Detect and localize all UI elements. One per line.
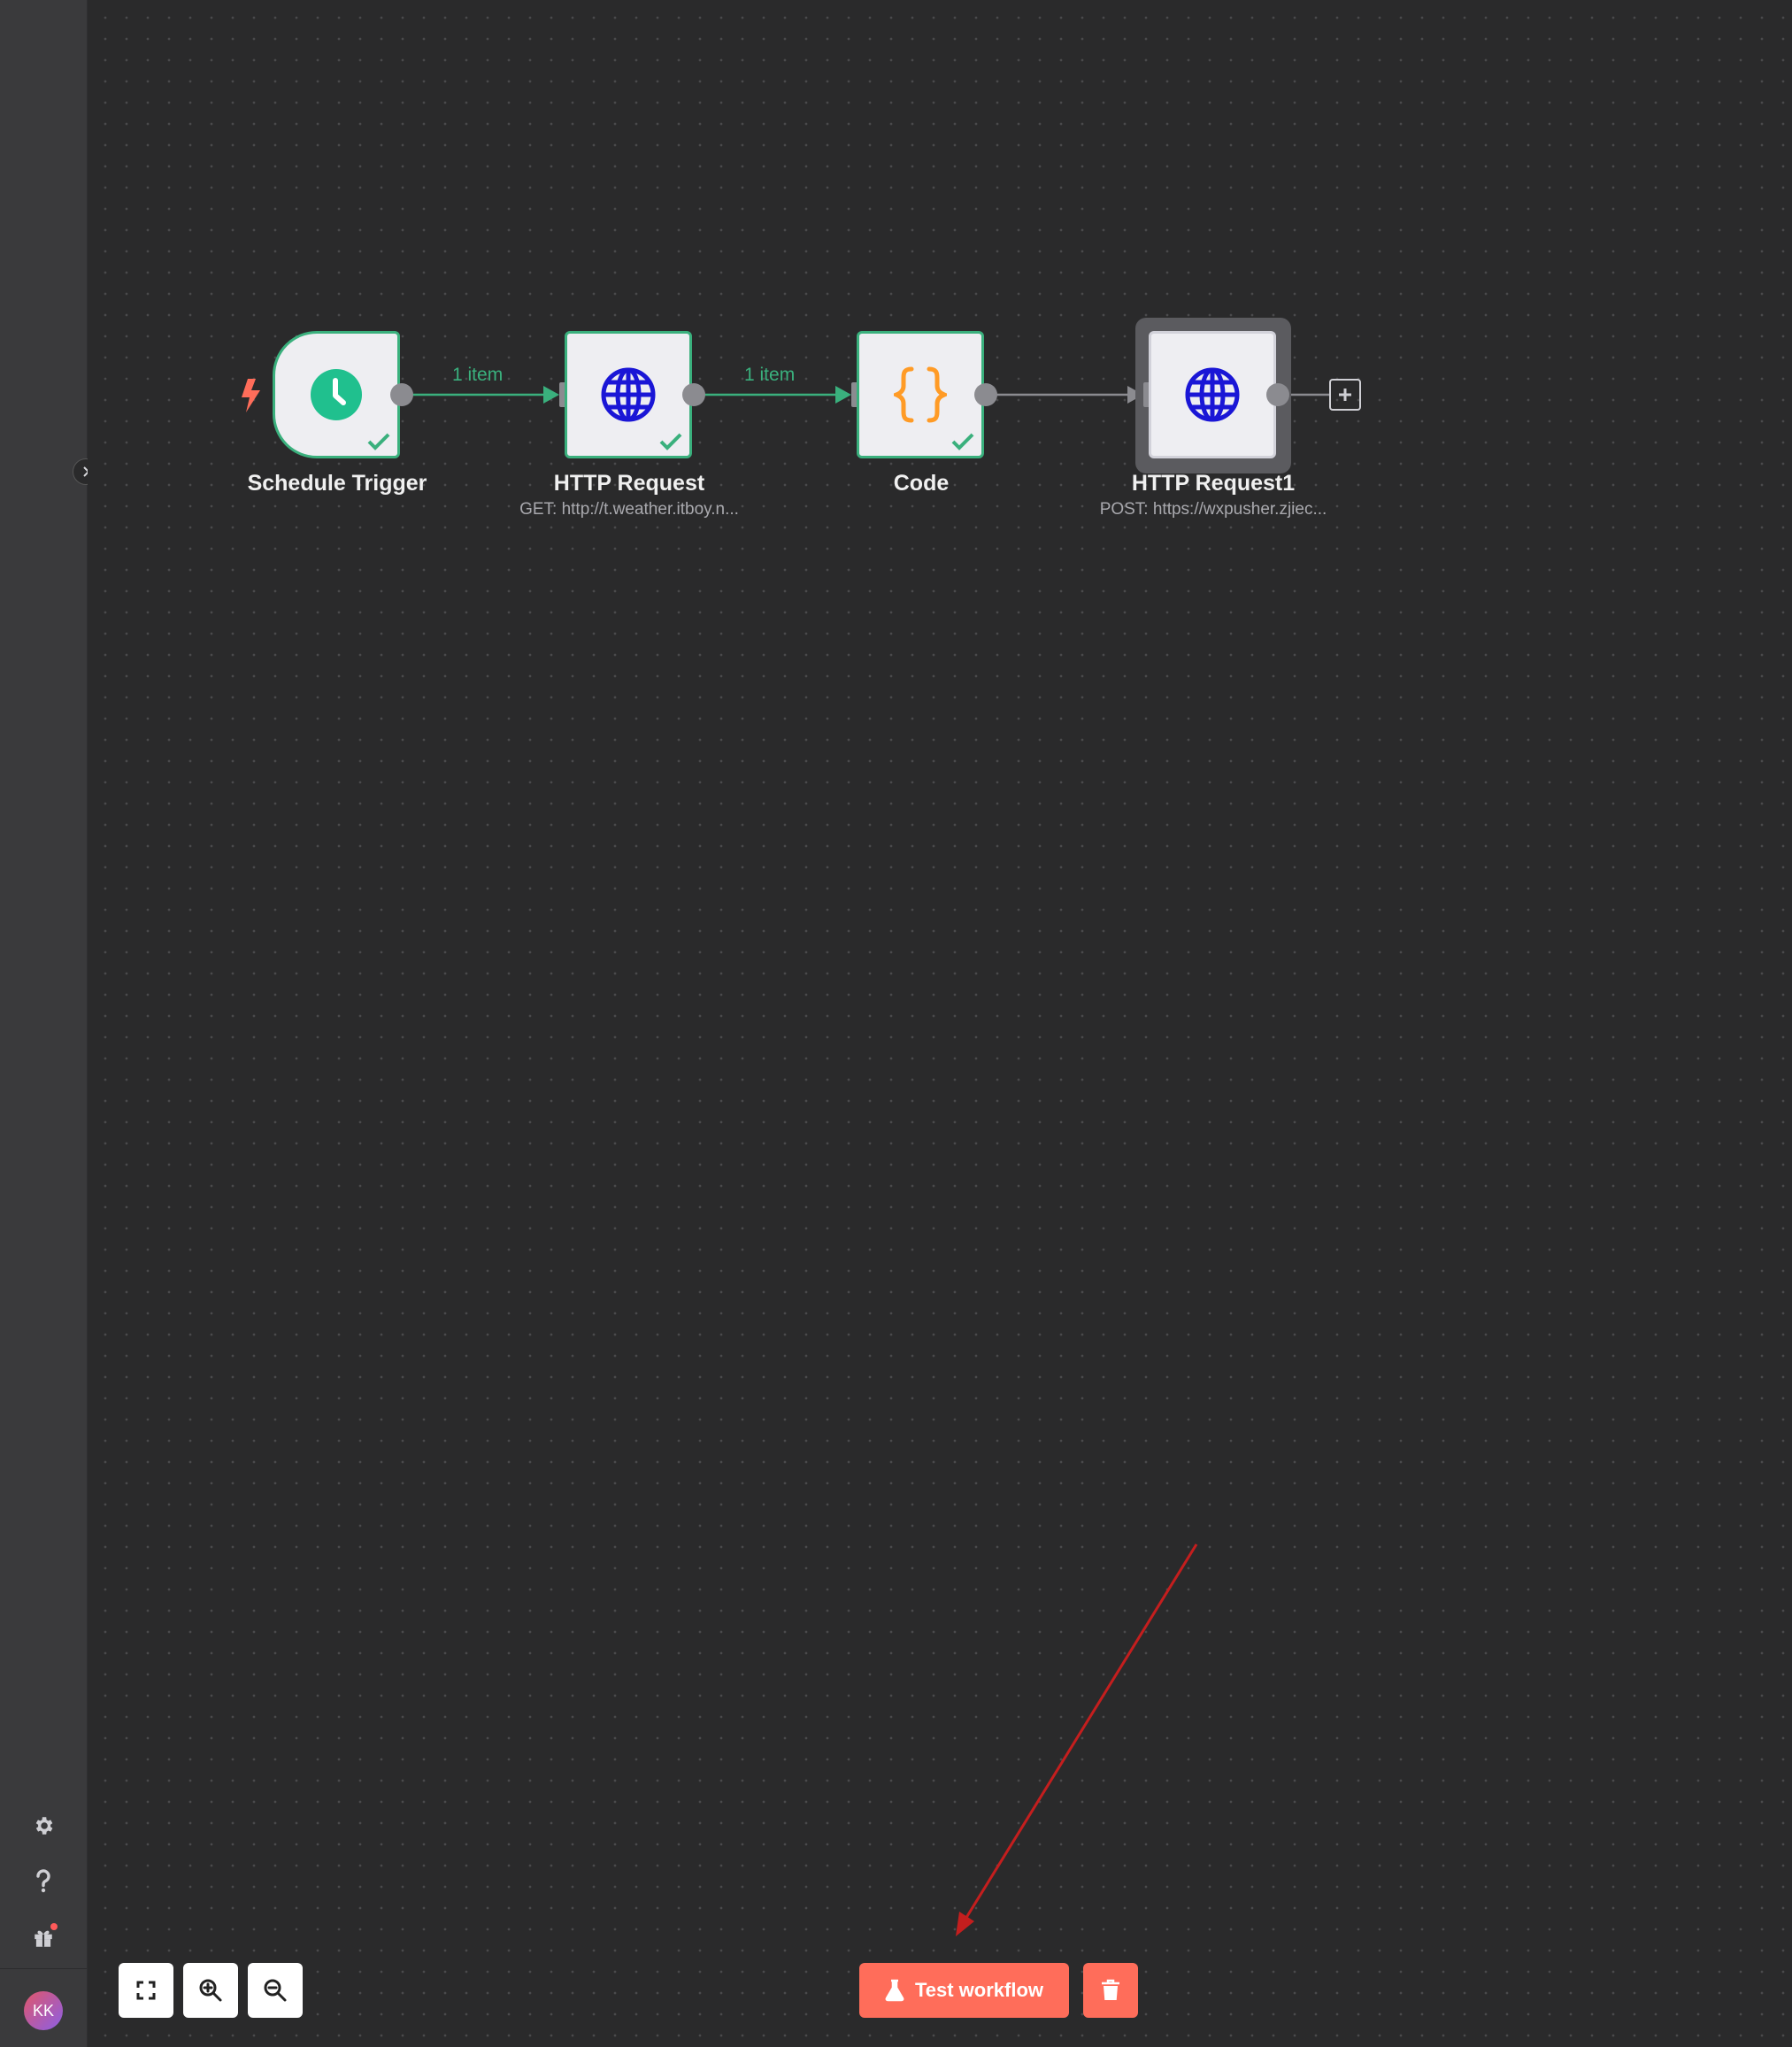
node-schedule-trigger[interactable] [273,331,400,458]
node-code-output-handle[interactable] [974,383,997,406]
help-button[interactable] [26,1864,61,1899]
success-check-icon [367,433,390,450]
node-schedule-trigger-label: Schedule Trigger [247,471,427,496]
node-http-request[interactable] [565,331,692,458]
flask-icon [885,1979,904,2002]
plus-icon [1339,389,1351,401]
node-http-request1-subtitle: POST: https://wxpusher.zjiec... [1099,500,1327,519]
add-node-button[interactable] [1329,379,1361,411]
node-http-request-output-handle[interactable] [682,383,705,406]
trash-icon [1102,1979,1119,2000]
notification-dot [50,1923,58,1930]
sidebar: KK [0,0,88,2047]
zoom-out-button[interactable] [248,1963,303,2018]
zoom-in-button[interactable] [183,1963,238,2018]
question-icon [36,1869,50,1893]
success-check-icon [951,433,974,450]
gear-icon [35,1817,53,1835]
test-workflow-label: Test workflow [914,1979,1044,2001]
avatar[interactable]: KK [24,1991,63,2030]
node-code[interactable] [857,331,984,458]
curly-braces-icon [894,366,947,423]
gift-icon [35,1930,52,1947]
globe-icon [601,367,656,422]
zoom-to-fit-button[interactable] [119,1963,173,2018]
globe-icon [1185,367,1240,422]
test-workflow-button[interactable]: Test workflow [859,1963,1069,2018]
lightning-bolt-icon [242,379,260,412]
node-http-request1-output-handle[interactable] [1266,383,1289,406]
zoom-in-icon [199,1979,222,2002]
success-check-icon [659,433,682,450]
clock-icon [311,369,362,420]
edge-2-label: 1 item [744,365,796,385]
node-http-request-subtitle: GET: http://t.weather.itboy.n... [519,500,739,519]
node-http-request1[interactable] [1149,331,1276,458]
node-http-request1-label: HTTP Request1 [1131,471,1296,496]
avatar-initials: KK [32,2001,54,2020]
node-schedule-trigger-output-handle[interactable] [390,383,413,406]
delete-execution-button[interactable] [1083,1963,1138,2018]
settings-button[interactable] [26,1808,61,1843]
fit-to-view-icon [136,1981,156,2000]
workflow-canvas[interactable] [88,0,1792,2047]
node-http-request-label: HTTP Request [553,471,705,496]
node-code-label: Code [893,471,950,496]
edge-1-label: 1 item [452,365,504,385]
zoom-out-icon [264,1979,287,2002]
sidebar-divider [0,1968,87,1969]
